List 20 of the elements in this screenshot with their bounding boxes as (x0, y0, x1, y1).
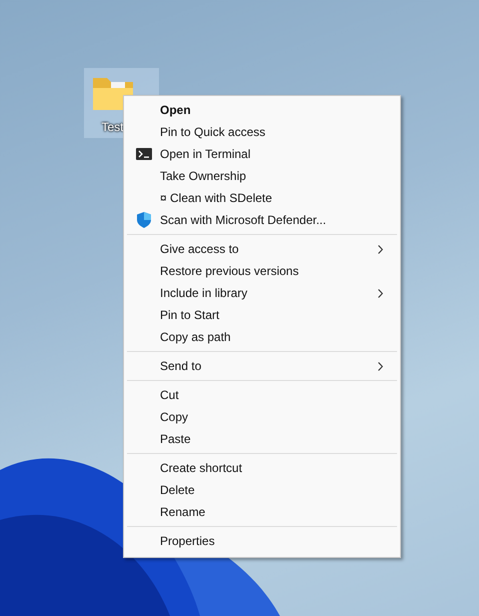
menu-item[interactable]: Open in Terminal (127, 143, 397, 165)
terminal-icon (136, 148, 152, 160)
menu-item[interactable]: Give access to (127, 238, 397, 260)
menu-item[interactable]: Properties (127, 530, 397, 552)
menu-item[interactable]: Include in library (127, 282, 397, 304)
shield-icon (136, 212, 150, 228)
menu-item[interactable]: Cut (127, 384, 397, 406)
menu-item[interactable]: Send to (127, 355, 397, 377)
menu-item[interactable]: Copy as path (127, 326, 397, 348)
menu-item[interactable]: ¤ Clean with SDelete (127, 187, 397, 209)
menu-item[interactable]: Take Ownership (127, 165, 397, 187)
menu-item[interactable]: Pin to Start (127, 304, 397, 326)
menu-item[interactable]: Scan with Microsoft Defender... (127, 209, 397, 231)
menu-item[interactable]: Rename (127, 501, 397, 523)
folder-label: Test (101, 120, 124, 134)
menu-item[interactable]: Create shortcut (127, 457, 397, 479)
menu-item[interactable]: Restore previous versions (127, 260, 397, 282)
menu-item[interactable]: Paste (127, 428, 397, 450)
menu-item[interactable]: Copy (127, 406, 397, 428)
menu-item[interactable]: Delete (127, 479, 397, 501)
